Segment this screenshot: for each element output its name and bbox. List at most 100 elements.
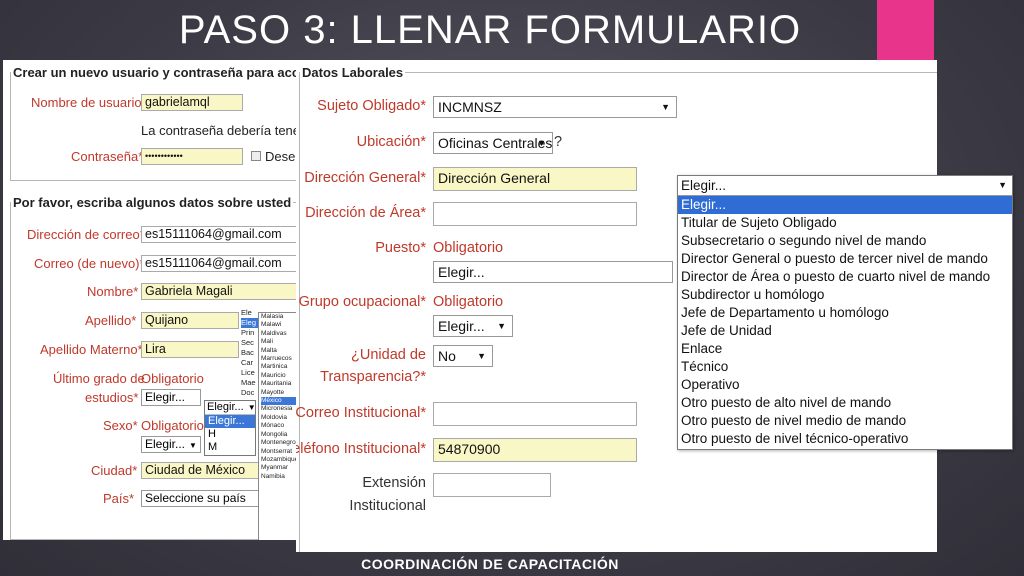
country-option[interactable]: Montserrat	[261, 448, 301, 456]
puesto-option[interactable]: Técnico	[678, 358, 1012, 376]
puesto-label: Puesto*	[375, 240, 426, 256]
grupo-select[interactable]: Elegir... ▼	[433, 315, 513, 337]
sex-select-value: Elegir...	[145, 437, 186, 451]
puesto-option[interactable]: Titular de Sujeto Obligado	[678, 214, 1012, 232]
obligado-select-value: INCMNSZ	[438, 99, 502, 115]
ubicacion-select-value: Oficinas Centrales	[438, 135, 553, 151]
ubicacion-select[interactable]: Oficinas Centrales ▼	[433, 132, 553, 154]
puesto-option[interactable]: Jefe de Unidad	[678, 322, 1012, 340]
country-option[interactable]: Micronesia	[261, 405, 301, 413]
ubicacion-help-icon[interactable]: ?	[554, 134, 562, 150]
puesto-required-note: Obligatorio	[433, 240, 504, 256]
country-option[interactable]: Mauritania	[261, 380, 301, 388]
puesto-option[interactable]: Otro puesto de nivel medio de mando	[678, 412, 1012, 430]
correo-label: Correo Institucional*	[296, 405, 426, 421]
puesto-option[interactable]: Otro puesto de nivel técnico-operativo	[678, 430, 1012, 448]
correo-input[interactable]	[433, 402, 637, 426]
country-option[interactable]: Malasia	[261, 313, 301, 321]
obligado-label: Sujeto Obligado*	[317, 98, 426, 114]
account-legend: Crear un nuevo usuario y contraseña para…	[13, 65, 303, 80]
sex-option-selected[interactable]: Elegir...	[205, 415, 255, 428]
ubicacion-label: Ubicación*	[356, 134, 426, 150]
grupo-label: Grupo ocupacional*	[298, 294, 426, 310]
sex-option[interactable]: M	[205, 441, 255, 454]
puesto-select[interactable]: Elegir...	[433, 261, 673, 283]
name-input[interactable]: Gabriela Magali	[141, 283, 303, 300]
puesto-option[interactable]: Director de Área o puesto de cuarto nive…	[678, 268, 1012, 286]
chevron-down-icon: ▼	[497, 321, 506, 331]
country-option[interactable]: Myanmar	[261, 464, 301, 472]
telefono-input[interactable]: 54870900	[433, 438, 637, 462]
country-option[interactable]: Mongolia	[261, 431, 301, 439]
country-option[interactable]: Mozambique	[261, 456, 301, 464]
puesto-option-selected[interactable]: Elegir...	[678, 196, 1012, 214]
unmask-checkbox[interactable]	[251, 151, 261, 161]
grade-select-value: Elegir...	[145, 390, 186, 404]
dir-area-input[interactable]	[433, 202, 637, 226]
password-label: Contraseña*	[71, 149, 144, 164]
surname2-input[interactable]: Lira	[141, 341, 239, 358]
country-option[interactable]: Martinica	[261, 363, 301, 371]
unidad-select[interactable]: No ▼	[433, 345, 493, 367]
country-option[interactable]: Mali	[261, 338, 301, 346]
slide-title: PASO 3: LLENAR FORMULARIO	[178, 8, 802, 52]
sex-options-header: Elegir... ▼	[205, 401, 256, 415]
unidad-label-line2: Transparencia?*	[320, 369, 426, 385]
country-option[interactable]: Marruecos	[261, 355, 301, 363]
telefono-label: Teléfono Institucional*	[296, 441, 426, 457]
puesto-option[interactable]: Director General o puesto de tercer nive…	[678, 250, 1012, 268]
surname2-label: Apellido Materno*	[40, 342, 143, 357]
grupo-required-note: Obligatorio	[433, 294, 504, 310]
puesto-option[interactable]: Enlace	[678, 340, 1012, 358]
grade-required-note: Obligatorio	[141, 371, 204, 386]
country-option[interactable]: Mauricio	[261, 372, 301, 380]
country-option[interactable]: Namibia	[261, 473, 301, 481]
sex-options-list: Elegir... ▼ Elegir... H M	[204, 400, 256, 456]
puesto-dropdown-header-value: Elegir...	[681, 178, 727, 193]
grade-label-line2: estudios*	[85, 390, 139, 405]
email2-input[interactable]: es15111064@gmail.com	[141, 255, 303, 272]
country-option[interactable]: Maldivas	[261, 330, 301, 338]
city-label: Ciudad*	[91, 463, 138, 478]
puesto-option[interactable]: Subdirector u homólogo	[678, 286, 1012, 304]
puesto-dropdown-list: Elegir... ▼ Elegir... Titular de Sujeto …	[677, 175, 1013, 450]
email-label: Dirección de correo*	[27, 227, 145, 242]
name-label: Nombre*	[87, 284, 139, 299]
grupo-select-value: Elegir...	[438, 318, 485, 334]
grade-select[interactable]: Elegir...	[141, 389, 201, 406]
dir-general-label: Dirección General*	[304, 170, 426, 186]
puesto-option[interactable]: Jefe de Departamento u homólogo	[678, 304, 1012, 322]
puesto-option[interactable]: Operativo	[678, 376, 1012, 394]
puesto-option[interactable]: Subsecretario o segundo nivel de mando	[678, 232, 1012, 250]
slide-footer: COORDINACIÓN DE CAPACITACIÓN	[361, 556, 619, 572]
username-label: Nombre de usuario*	[31, 95, 147, 110]
country-option[interactable]: Mónaco	[261, 422, 301, 430]
username-input[interactable]: gabrielamql	[141, 94, 243, 111]
country-option[interactable]: Moldovia	[261, 414, 301, 422]
sex-option[interactable]: H	[205, 428, 255, 441]
country-option[interactable]: Malta	[261, 347, 301, 355]
grade-label-line1: Último grado de	[53, 371, 145, 386]
puesto-option[interactable]: Otro puesto de alto nivel de mando	[678, 394, 1012, 412]
dir-area-label: Dirección de Área*	[305, 205, 426, 221]
password-input[interactable]: ••••••••••••	[141, 148, 243, 165]
surname-input[interactable]: Quijano	[141, 312, 239, 329]
surname-label: Apellido*	[85, 313, 137, 328]
email-input[interactable]: es15111064@gmail.com	[141, 226, 303, 243]
country-option-selected[interactable]: México	[261, 397, 301, 406]
country-option[interactable]: Mayotte	[261, 389, 301, 397]
puesto-dropdown-header[interactable]: Elegir... ▼	[678, 176, 1012, 196]
personal-legend: Por favor, escriba algunos datos sobre u…	[13, 195, 292, 210]
work-legend: Datos Laborales	[302, 65, 404, 80]
obligado-select[interactable]: INCMNSZ ▼	[433, 96, 677, 118]
unidad-label-line1: ¿Unidad de	[351, 347, 426, 363]
country-option[interactable]: Montenegro	[261, 439, 301, 447]
extension-input[interactable]	[433, 473, 551, 497]
country-option[interactable]: Malawi	[261, 321, 301, 329]
account-form-screenshot: Crear un nuevo usuario y contraseña para…	[3, 60, 303, 540]
dir-general-input[interactable]: Dirección General	[433, 167, 637, 191]
country-label: País*	[103, 491, 135, 506]
sex-select[interactable]: Elegir... ▼	[141, 436, 201, 453]
puesto-select-value: Elegir...	[438, 264, 485, 280]
chevron-down-icon: ▼	[247, 403, 256, 412]
